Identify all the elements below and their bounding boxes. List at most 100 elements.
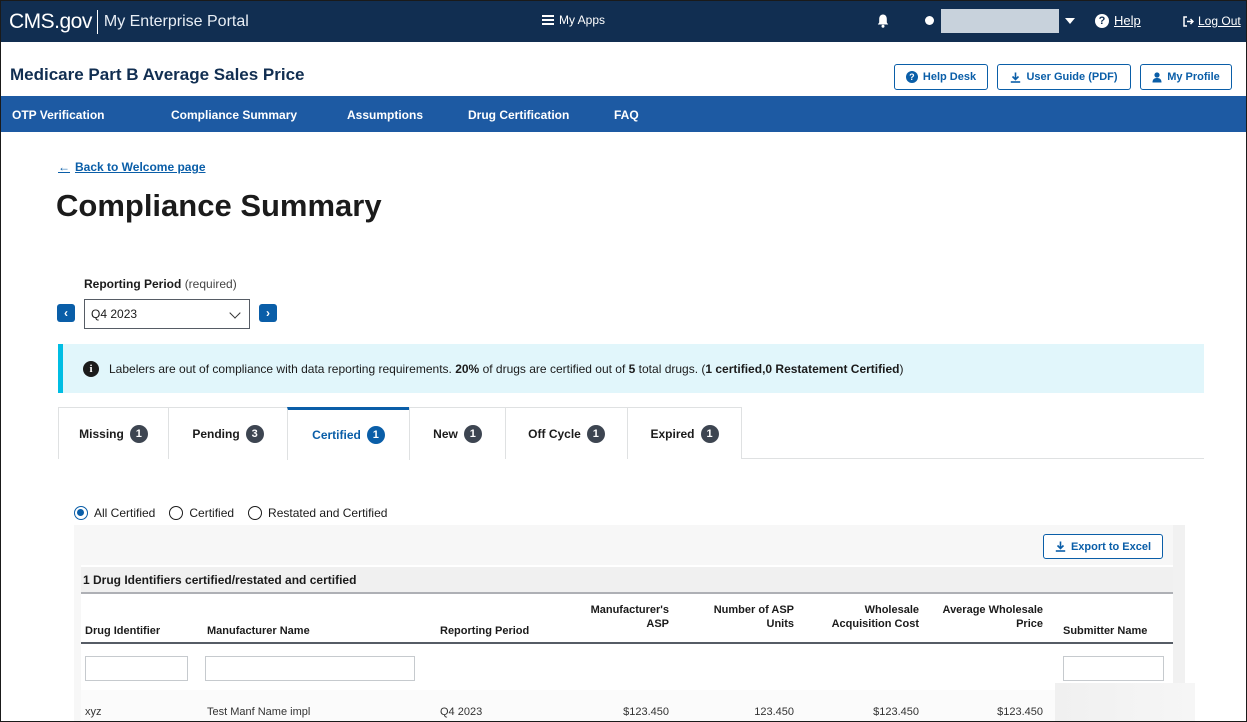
radio-all-certified[interactable]: All Certified [74, 506, 155, 520]
app-window: CMS.gov My Enterprise Portal My Apps ? H… [0, 0, 1247, 722]
table-caption: 1 Drug Identifiers certified/restated an… [81, 567, 1173, 594]
header-line: ASP [646, 618, 669, 630]
column-header-manufacturer-name[interactable]: Manufacturer Name [207, 624, 310, 638]
radio-button[interactable] [248, 506, 263, 520]
tab-label: New [433, 426, 458, 441]
tab-missing[interactable]: Missing 1 [58, 407, 169, 459]
drug-identifier-filter-input[interactable] [85, 656, 188, 681]
radio-button[interactable] [74, 506, 88, 520]
header-line: Number of ASP [713, 604, 794, 616]
column-header-reporting-period[interactable]: Reporting Period [440, 624, 529, 638]
back-to-welcome-link[interactable]: ← Back to Welcome page [58, 160, 206, 174]
menu-icon [542, 15, 554, 25]
arrow-left-icon: ← [58, 160, 70, 174]
cms-logo-text: CMS.gov [9, 9, 92, 33]
reporting-period-select[interactable]: Q4 2023 [84, 299, 250, 329]
logout-link[interactable]: Log Out [1183, 14, 1241, 28]
my-profile-label: My Profile [1167, 71, 1220, 83]
tab-new[interactable]: New 1 [409, 407, 506, 459]
portal-brand[interactable]: CMS.gov My Enterprise Portal [1, 9, 249, 34]
tab-label: Expired [650, 426, 695, 441]
user-guide-label: User Guide (PDF) [1026, 71, 1118, 83]
nav-item-compliance-summary[interactable]: Compliance Summary [171, 108, 297, 122]
alert-percentage: 20% [455, 361, 480, 376]
radio-button[interactable] [169, 506, 184, 520]
certification-filter: All Certified Certified Restated and Cer… [74, 506, 387, 520]
alert-text-part: ) [899, 361, 904, 376]
header-line: Manufacturer's [590, 604, 669, 616]
chevron-right-icon: › [266, 306, 270, 320]
tab-off-cycle[interactable]: Off Cycle 1 [505, 407, 628, 459]
tab-label: Missing [79, 426, 124, 441]
help-desk-button[interactable]: ? Help Desk [894, 64, 988, 90]
radio-label: Restated and Certified [268, 506, 388, 520]
header-line: Acquisition Cost [831, 618, 919, 630]
tab-label: Off Cycle [528, 426, 581, 441]
tab-label: Certified [312, 428, 361, 442]
tab-count-badge: 1 [463, 424, 482, 443]
radio-label: All Certified [94, 506, 156, 520]
previous-period-button[interactable]: ‹ [57, 304, 75, 322]
header-line: Average Wholesale [942, 604, 1043, 616]
user-menu-caret-icon[interactable] [1065, 18, 1075, 24]
cell-wholesale-acquisition-cost: $123.450 [873, 706, 919, 718]
portal-header: CMS.gov My Enterprise Portal My Apps ? H… [1, 1, 1246, 42]
column-header-drug-identifier[interactable]: Drug Identifier [85, 624, 160, 638]
radio-certified[interactable]: Certified [169, 506, 234, 520]
column-header-average-wholesale-price[interactable]: Average Wholesale Price [925, 603, 1043, 631]
tab-certified[interactable]: Certified 1 [287, 407, 410, 460]
user-name-redacted[interactable] [941, 9, 1059, 33]
alert-restated-count: 0 Restatement Certified [765, 361, 900, 376]
bell-icon[interactable] [877, 14, 889, 28]
download-icon [1055, 541, 1066, 552]
user-avatar-icon [925, 16, 934, 25]
cell-asp-units: 123.450 [754, 706, 794, 718]
help-link[interactable]: ? Help [1095, 13, 1141, 28]
manufacturer-name-filter-input[interactable] [205, 656, 415, 681]
application-title: Medicare Part B Average Sales Price [10, 65, 305, 84]
export-label: Export to Excel [1070, 540, 1152, 553]
radio-restated-and-certified[interactable]: Restated and Certified [248, 506, 387, 520]
user-icon [1152, 71, 1162, 82]
main-nav: OTP Verification Compliance Summary Assu… [1, 96, 1246, 132]
brand-divider [96, 9, 98, 34]
my-apps-button[interactable]: My Apps [542, 13, 605, 27]
header-line: Wholesale [864, 604, 919, 616]
column-header-submitter-name[interactable]: Submitter Name [1063, 624, 1147, 638]
nav-item-otp-verification[interactable]: OTP Verification [12, 108, 104, 122]
export-to-excel-button[interactable]: Export to Excel [1043, 534, 1163, 559]
sign-out-icon [1183, 15, 1194, 27]
column-header-manufacturers-asp[interactable]: Manufacturer's ASP [561, 603, 669, 631]
help-label: Help [1114, 13, 1141, 28]
column-header-wholesale-acquisition-cost[interactable]: Wholesale Acquisition Cost [811, 603, 919, 631]
cell-submitter-name-redacted [1055, 683, 1195, 721]
tab-expired[interactable]: Expired 1 [627, 407, 742, 459]
page-title: Compliance Summary [56, 188, 382, 223]
alert-text: Labelers are out of compliance with data… [109, 362, 903, 376]
download-icon [1011, 72, 1021, 83]
back-link-label: Back to Welcome page [75, 160, 206, 174]
my-profile-button[interactable]: My Profile [1140, 64, 1232, 90]
tab-count-badge: 3 [245, 424, 264, 443]
question-circle-icon: ? [1095, 13, 1109, 28]
reporting-period-label: Reporting Period (required) [84, 277, 237, 291]
radio-label: Certified [189, 506, 235, 520]
alert-text-part: Labelers are out of compliance with data… [109, 361, 456, 376]
cell-manufacturer-name: Test Manf Name impl [207, 706, 311, 718]
next-period-button[interactable]: › [259, 304, 277, 322]
nav-item-drug-certification[interactable]: Drug Certification [468, 108, 569, 122]
info-icon: i [83, 360, 99, 377]
tab-pending[interactable]: Pending 3 [168, 407, 288, 459]
cell-manufacturers-asp: $123.450 [623, 706, 669, 718]
table-header-divider [81, 642, 1173, 644]
tab-count-badge: 1 [366, 426, 385, 444]
question-circle-icon: ? [905, 71, 918, 83]
nav-item-assumptions[interactable]: Assumptions [347, 108, 423, 122]
help-desk-label: Help Desk [922, 71, 977, 83]
column-header-asp-units[interactable]: Number of ASP Units [687, 603, 794, 631]
user-guide-button[interactable]: User Guide (PDF) [997, 64, 1131, 90]
submitter-name-filter-input[interactable] [1063, 656, 1164, 681]
tab-count-badge: 1 [129, 424, 148, 443]
portal-name: My Enterprise Portal [103, 12, 249, 30]
nav-item-faq[interactable]: FAQ [614, 108, 639, 122]
